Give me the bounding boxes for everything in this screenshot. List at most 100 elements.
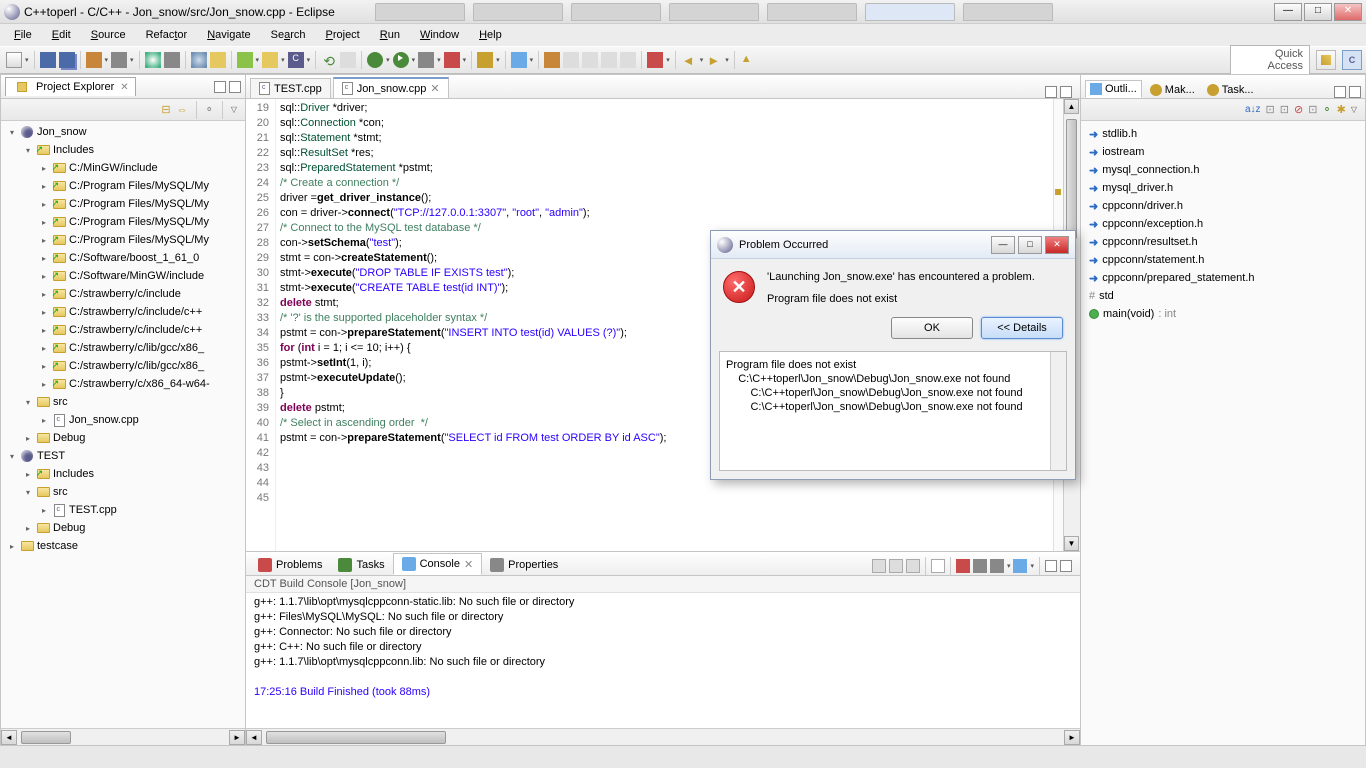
tree-node[interactable]: ▸C:/strawberry/c/include/c++ <box>1 321 245 339</box>
menu-edit[interactable]: Edit <box>44 27 79 43</box>
link-icon[interactable]: ⚬ <box>1322 103 1331 116</box>
expand-icon[interactable]: ▸ <box>39 254 49 263</box>
outline-tab[interactable]: Outli... <box>1085 80 1142 98</box>
minimize-icon[interactable] <box>1045 86 1057 98</box>
expand-icon[interactable]: ▸ <box>39 290 49 299</box>
outline-item[interactable]: ➜cppconn/resultset.h <box>1089 233 1357 251</box>
scroll-right-arrow[interactable]: ► <box>229 730 245 745</box>
project-explorer-tab[interactable]: Project Explorer ✕ <box>5 77 136 96</box>
link-editor-icon[interactable]: ⇔ <box>177 104 188 116</box>
tree-node[interactable]: ▸C:/strawberry/c/lib/gcc/x86_ <box>1 357 245 375</box>
view-menu-icon[interactable]: ▽ <box>1351 105 1357 114</box>
close-tab-icon[interactable]: ✕ <box>120 82 128 93</box>
dialog-minimize-button[interactable]: — <box>991 236 1015 254</box>
tree-node[interactable]: ▾TEST <box>1 447 245 465</box>
tree-node[interactable]: ▸C:/strawberry/c/lib/gcc/x86_ <box>1 339 245 357</box>
sort-icon[interactable]: a↓z <box>1245 104 1261 115</box>
outline-tab[interactable]: Task... <box>1203 82 1258 98</box>
new-connection-icon[interactable] <box>511 52 527 68</box>
editor-tab[interactable]: TEST.cpp <box>250 78 331 98</box>
bottom-tab-tasks[interactable]: Tasks <box>330 555 392 575</box>
expand-icon[interactable]: ▾ <box>7 452 17 461</box>
hide-fields-icon[interactable]: ⊡ <box>1266 103 1275 116</box>
dialog-maximize-button[interactable]: □ <box>1018 236 1042 254</box>
expand-icon[interactable]: ▾ <box>7 128 17 137</box>
remove-launch-icon[interactable] <box>973 559 987 573</box>
open-console-icon[interactable] <box>1013 559 1027 573</box>
details-scrollbar[interactable] <box>1050 352 1066 470</box>
expand-icon[interactable]: ▸ <box>39 218 49 227</box>
tree-node[interactable]: ▾Jon_snow <box>1 123 245 141</box>
new-folder-icon[interactable] <box>262 52 278 68</box>
expand-icon[interactable]: ▸ <box>39 308 49 317</box>
tree-node[interactable]: ▸Includes <box>1 465 245 483</box>
tree-node[interactable]: ▸TEST.cpp <box>1 501 245 519</box>
up-icon[interactable]: ▲ <box>740 52 756 68</box>
expand-icon[interactable]: ▸ <box>23 434 33 443</box>
minimize-icon[interactable] <box>1045 560 1057 572</box>
maximize-icon[interactable] <box>229 81 241 93</box>
maximize-icon[interactable] <box>1349 86 1361 98</box>
scroll-right-arrow[interactable]: ► <box>1064 730 1080 745</box>
scroll-left-arrow[interactable]: ◄ <box>246 730 262 745</box>
details-button[interactable]: << Details <box>981 317 1063 339</box>
menu-navigate[interactable]: Navigate <box>199 27 258 43</box>
tree-node[interactable]: ▾src <box>1 483 245 501</box>
outline-item[interactable]: ➜cppconn/statement.h <box>1089 251 1357 269</box>
scroll-thumb[interactable] <box>266 731 446 744</box>
build-icon[interactable] <box>86 52 102 68</box>
outline-item[interactable]: ➜stdlib.h <box>1089 125 1357 143</box>
refresh-icon[interactable]: ⟲ <box>321 52 337 68</box>
menu-search[interactable]: Search <box>263 27 314 43</box>
run-icon[interactable] <box>393 52 409 68</box>
binary-icon[interactable] <box>164 52 180 68</box>
cpp-perspective-button[interactable]: C <box>1342 50 1362 70</box>
expand-icon[interactable]: ▸ <box>23 524 33 533</box>
maximize-button[interactable]: □ <box>1304 3 1332 21</box>
menu-source[interactable]: Source <box>83 27 134 43</box>
outline-item[interactable]: main(void) : int <box>1089 305 1357 323</box>
tree-node[interactable]: ▸C:/Software/MinGW/include <box>1 267 245 285</box>
expand-icon[interactable]: ▸ <box>39 200 49 209</box>
expand-icon[interactable]: ▾ <box>23 398 33 407</box>
tree-node[interactable]: ▸C:/Program Files/MySQL/My <box>1 231 245 249</box>
scroll-thumb[interactable] <box>1066 119 1077 239</box>
horizontal-scrollbar[interactable]: ◄ ► <box>1 728 245 745</box>
new-class-icon[interactable] <box>237 52 253 68</box>
bottom-tab-console[interactable]: Console ✕ <box>393 553 483 575</box>
tree-node[interactable]: ▸C:/strawberry/c/include <box>1 285 245 303</box>
outline-tab[interactable]: Mak... <box>1146 82 1199 98</box>
scroll-up-arrow[interactable]: ▲ <box>1064 99 1079 114</box>
c-icon[interactable]: C <box>288 52 304 68</box>
dialog-close-button[interactable]: ✕ <box>1045 236 1069 254</box>
tree-node[interactable]: ▸C:/Software/boost_1_61_0 <box>1 249 245 267</box>
expand-icon[interactable]: ▾ <box>23 146 33 155</box>
pin-icon[interactable] <box>647 52 663 68</box>
outline-item[interactable]: ➜cppconn/prepared_statement.h <box>1089 269 1357 287</box>
outline-item[interactable]: ➜mysql_connection.h <box>1089 161 1357 179</box>
outline-item[interactable]: ➜mysql_driver.h <box>1089 179 1357 197</box>
menu-file[interactable]: File <box>6 27 40 43</box>
hide-static-icon[interactable]: ⊡ <box>1280 103 1289 116</box>
folder-icon[interactable] <box>210 52 226 68</box>
editor-tab[interactable]: Jon_snow.cpp✕ <box>333 77 449 98</box>
group-icon[interactable]: ✱ <box>1337 103 1346 116</box>
new-icon[interactable] <box>6 52 22 68</box>
focus-icon[interactable]: ⚬ <box>205 103 214 116</box>
expand-icon[interactable]: ▸ <box>7 542 17 551</box>
expand-icon[interactable]: ▾ <box>23 488 33 497</box>
project-tree[interactable]: ▾Jon_snow▾Includes▸C:/MinGW/include▸C:/P… <box>1 121 245 728</box>
clear-console-icon[interactable] <box>931 559 945 573</box>
expand-icon[interactable]: ▸ <box>39 164 49 173</box>
collapse-all-icon[interactable]: ⊟ <box>161 103 170 116</box>
filter-icon[interactable]: ⊡ <box>1308 103 1317 116</box>
minimize-icon[interactable] <box>214 81 226 93</box>
display-selected-icon[interactable] <box>889 559 903 573</box>
step2-icon[interactable] <box>601 52 617 68</box>
tree-node[interactable]: ▸Debug <box>1 519 245 537</box>
dialog-details-pane[interactable]: Program file does not exist C:\C++toperl… <box>719 351 1067 471</box>
outline-item[interactable]: ➜cppconn/driver.h <box>1089 197 1357 215</box>
scroll-left-arrow[interactable]: ◄ <box>1 730 17 745</box>
minimize-icon[interactable] <box>1334 86 1346 98</box>
tree-node[interactable]: ▸testcase <box>1 537 245 555</box>
